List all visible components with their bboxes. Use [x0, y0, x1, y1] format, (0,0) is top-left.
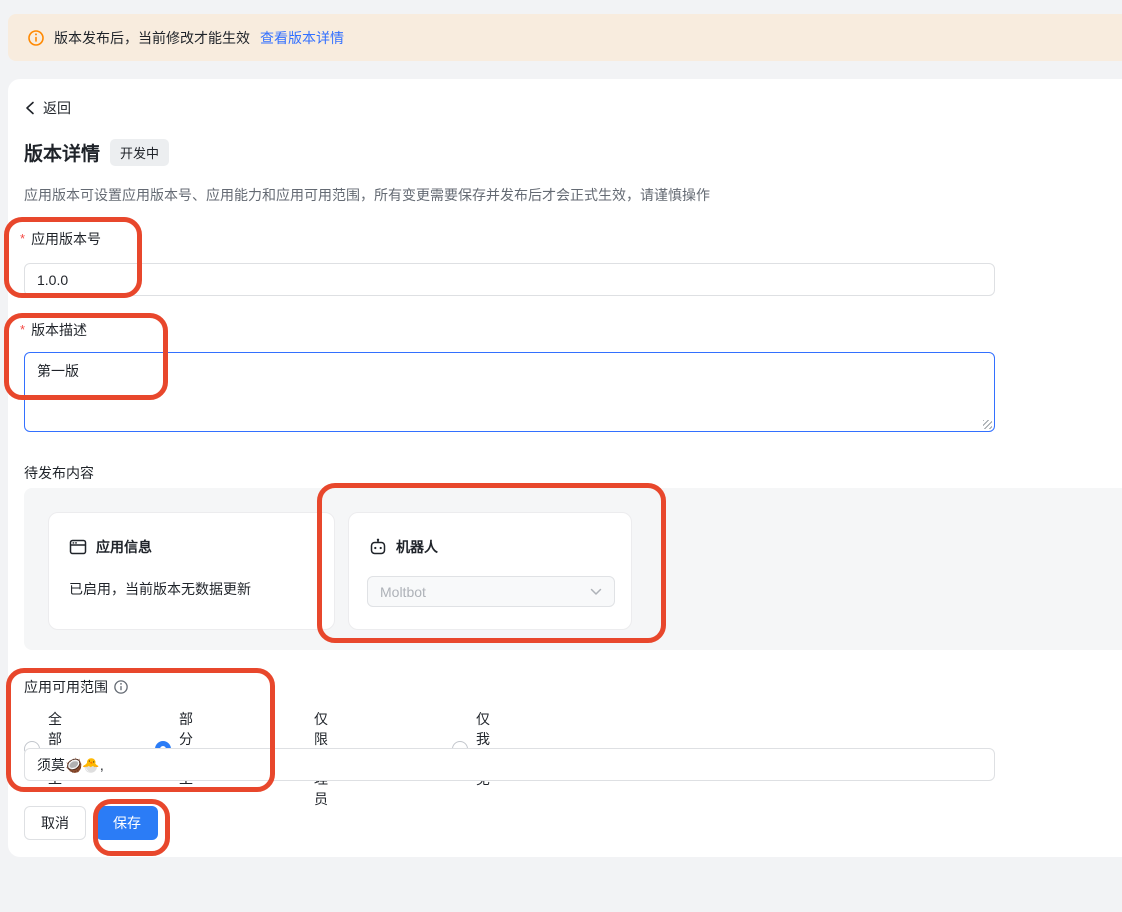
chevron-left-icon: [24, 101, 36, 115]
bot-card-title: 机器人: [396, 537, 438, 557]
version-detail-panel: 返回 版本详情 开发中 应用版本可设置应用版本号、应用能力和应用可用范围，所有变…: [8, 79, 1122, 857]
info-icon: [28, 30, 44, 46]
app-window-icon: [69, 538, 87, 556]
pending-content-label: 待发布内容: [24, 463, 94, 483]
page-title: 版本详情: [24, 139, 100, 166]
back-button[interactable]: 返回: [24, 98, 71, 118]
bot-card: 机器人 Moltbot: [348, 512, 632, 630]
page-description: 应用版本可设置应用版本号、应用能力和应用可用范围，所有变更需要保存并发布后才会正…: [24, 185, 710, 205]
pending-content-section: 应用信息 已启用，当前版本无数据更新 机器人 Moltbot: [24, 488, 1122, 650]
description-field-label: 版本描述: [31, 320, 87, 340]
description-field-label-row: * 版本描述: [20, 320, 87, 340]
scope-section-label: 应用可用范围: [24, 677, 108, 697]
version-number-input[interactable]: 1.0.0: [24, 263, 995, 296]
resize-handle[interactable]: [983, 420, 992, 429]
scope-members-input[interactable]: 须莫🥥🐣,: [24, 748, 995, 781]
robot-icon: [369, 538, 387, 556]
cancel-button[interactable]: 取消: [24, 806, 86, 840]
save-button[interactable]: 保存: [96, 806, 158, 840]
view-version-details-link[interactable]: 查看版本详情: [260, 28, 344, 48]
version-field-label: 应用版本号: [31, 229, 101, 249]
required-asterisk: *: [20, 231, 25, 246]
version-description-textarea[interactable]: 第一版: [24, 352, 995, 432]
version-field-label-row: * 应用版本号: [20, 229, 101, 249]
app-info-card: 应用信息 已启用，当前版本无数据更新: [48, 512, 335, 630]
info-icon[interactable]: [114, 680, 128, 694]
bot-select[interactable]: Moltbot: [367, 576, 615, 607]
chevron-down-icon: [590, 588, 602, 596]
version-notice-banner: 版本发布后，当前修改才能生效 查看版本详情: [8, 14, 1122, 61]
status-badge: 开发中: [110, 139, 169, 166]
app-info-card-status: 已启用，当前版本无数据更新: [69, 579, 251, 599]
app-info-card-title: 应用信息: [96, 537, 152, 557]
version-description-text: 第一版: [37, 363, 79, 379]
bot-select-value: Moltbot: [380, 584, 426, 600]
banner-text: 版本发布后，当前修改才能生效: [54, 28, 250, 48]
back-label: 返回: [43, 98, 71, 118]
required-asterisk: *: [20, 322, 25, 337]
